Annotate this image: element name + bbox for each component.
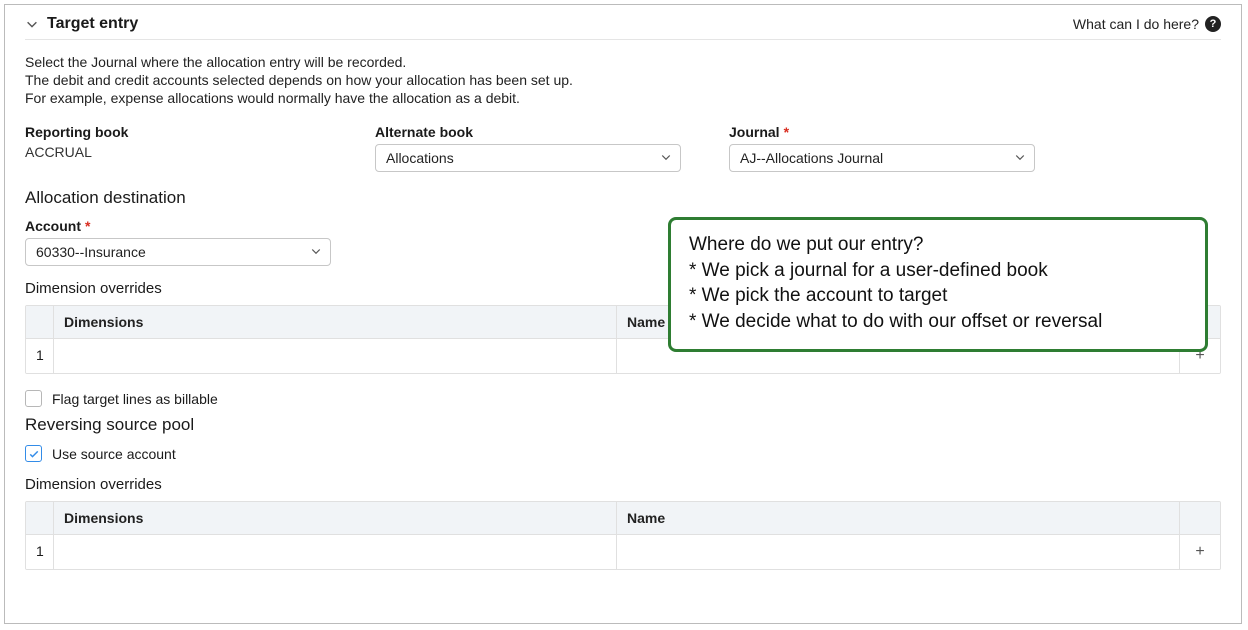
account-dropdown[interactable]: 60330--Insurance [25, 238, 331, 266]
name-cell[interactable] [617, 535, 1180, 569]
question-circle-icon: ? [1205, 16, 1221, 32]
add-row-cell[interactable]: + [1180, 535, 1220, 569]
row-number: 1 [26, 339, 54, 373]
account-value: 60330--Insurance [36, 244, 146, 260]
chevron-down-icon [1014, 150, 1026, 166]
annotation-callout: Where do we put our entry? * We pick a j… [668, 217, 1208, 352]
section-header: Target entry What can I do here? ? [25, 15, 1221, 40]
dimensions-column-header: Dimensions [54, 502, 617, 534]
name-column-header: Name [617, 502, 1180, 534]
dimensions-cell[interactable] [54, 339, 617, 373]
intro-line: For example, expense allocations would n… [25, 90, 1221, 106]
use-source-account-checkbox[interactable] [25, 445, 42, 462]
journal-label: Journal* [729, 124, 1083, 140]
flag-billable-checkbox[interactable] [25, 390, 42, 407]
table-row[interactable]: 1 + [26, 535, 1220, 569]
alternate-book-label: Alternate book [375, 124, 729, 140]
callout-title: Where do we put our entry? [689, 232, 1187, 258]
plus-icon: + [1195, 543, 1204, 560]
chevron-down-icon [310, 244, 322, 260]
intro-text: Select the Journal where the allocation … [25, 54, 1221, 106]
intro-line: The debit and credit accounts selected d… [25, 72, 1221, 88]
chevron-down-icon [660, 150, 672, 166]
chevron-down-icon[interactable] [25, 17, 39, 31]
journal-field: Journal* AJ--Allocations Journal [729, 124, 1083, 172]
reporting-book-field: Reporting book ACCRUAL [25, 124, 375, 172]
intro-line: Select the Journal where the allocation … [25, 54, 1221, 70]
section-title: Target entry [47, 15, 138, 33]
use-source-account-row: Use source account [25, 445, 1221, 462]
row-number-header [26, 306, 54, 338]
callout-bullet: * We pick the account to target [689, 283, 1187, 309]
dimension-overrides-heading-2: Dimension overrides [25, 476, 1221, 493]
reversing-source-pool-heading: Reversing source pool [25, 415, 1221, 435]
page-frame: Target entry What can I do here? ? Selec… [4, 4, 1242, 624]
required-indicator: * [81, 218, 90, 234]
alternate-book-value: Allocations [386, 150, 454, 166]
use-source-account-label: Use source account [52, 446, 176, 462]
flag-billable-row: Flag target lines as billable [25, 390, 1221, 407]
reporting-book-value: ACCRUAL [25, 144, 92, 160]
callout-bullet: * We pick a journal for a user-defined b… [689, 258, 1187, 284]
journal-dropdown[interactable]: AJ--Allocations Journal [729, 144, 1035, 172]
row-number-header [26, 502, 54, 534]
reporting-book-label: Reporting book [25, 124, 375, 140]
allocation-destination-heading: Allocation destination [25, 188, 1221, 208]
alternate-book-dropdown[interactable]: Allocations [375, 144, 681, 172]
alternate-book-field: Alternate book Allocations [375, 124, 729, 172]
reversing-dimension-overrides-table: Dimensions Name 1 + [25, 501, 1221, 570]
dimensions-cell[interactable] [54, 535, 617, 569]
help-link[interactable]: What can I do here? ? [1073, 16, 1221, 32]
table-header-row: Dimensions Name [26, 502, 1220, 535]
required-indicator: * [780, 124, 789, 140]
flag-billable-label: Flag target lines as billable [52, 391, 218, 407]
help-link-label: What can I do here? [1073, 16, 1199, 32]
dimensions-column-header: Dimensions [54, 306, 617, 338]
callout-bullet: * We decide what to do with our offset o… [689, 309, 1187, 335]
actions-column-header [1180, 502, 1220, 534]
row-number: 1 [26, 535, 54, 569]
journal-value: AJ--Allocations Journal [740, 150, 883, 166]
